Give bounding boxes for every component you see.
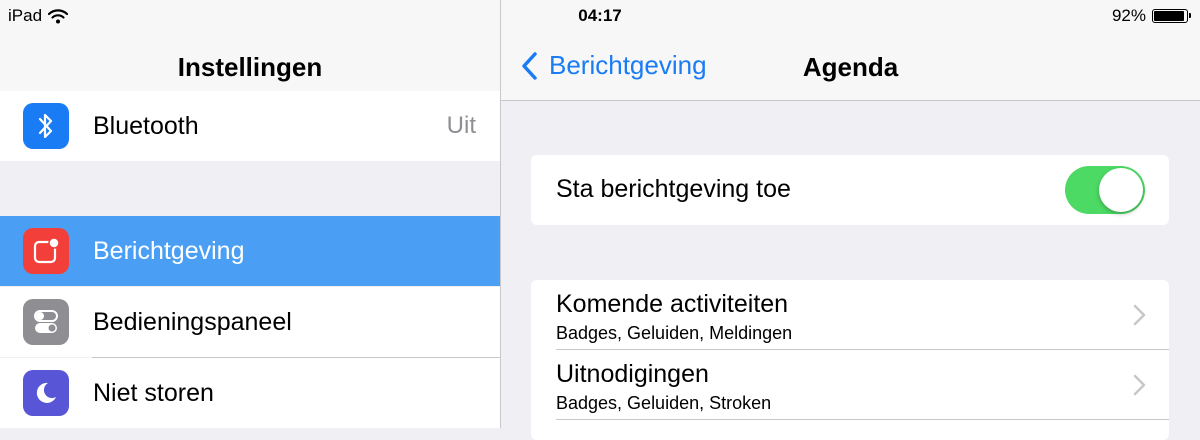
sidebar-item-label: Bluetooth [93,111,199,140]
chevron-right-icon [1133,374,1146,396]
status-bar: iPad 04:17 92% [0,0,1200,32]
list-item-title: Uitnodigingen [556,360,709,388]
notification-options-card: Komende activiteiten Badges, Geluiden, M… [531,280,1169,440]
list-item-subtitle: Badges, Geluiden, Meldingen [556,323,793,343]
list-item-subtitle: Badges, Geluiden, Stroken [556,393,772,413]
toggle-knob [1099,168,1143,212]
battery-percentage: 92% [1111,6,1146,25]
detail-pane: Berichtgeving Agenda Sta berichtgeving t… [501,0,1200,440]
sidebar-item-bedieningspaneel[interactable]: Bedieningspaneel [0,287,500,357]
battery-icon [1152,9,1191,23]
list-item-title: Komende activiteiten [556,290,789,318]
sidebar-item-label: Bedieningspaneel [93,307,292,336]
allow-notifications-toggle[interactable] [1065,166,1145,214]
chevron-right-icon [1133,304,1146,326]
allow-notifications-label: Sta berichtgeving toe [556,175,791,203]
detail-title: Agenda [802,52,899,82]
sidebar-title: Instellingen [177,52,323,82]
sidebar-item-berichtgeving[interactable]: Berichtgeving [0,216,500,286]
notifications-icon [23,228,69,274]
settings-sidebar: Instellingen Bluetooth Uit Berichtgeving… [0,0,501,428]
sidebar-item-label: Berichtgeving [93,236,245,265]
bluetooth-status-value: Uit [446,112,476,139]
list-item-text: Uitnodigingen Badges, Geluiden, Stroken [556,360,771,414]
bluetooth-icon [23,103,69,149]
sidebar-item-niet-storen[interactable]: Niet storen [0,358,500,428]
sidebar-item-bluetooth[interactable]: Bluetooth Uit [0,91,500,161]
moon-icon [23,370,69,416]
battery-indicator: 92% [1111,6,1191,26]
row-divider [556,419,1169,420]
allow-notifications-card: Sta berichtgeving toe [531,155,1169,225]
list-item-komende-activiteiten[interactable]: Komende activiteiten Badges, Geluiden, M… [531,280,1169,350]
list-item-text: Komende activiteiten Badges, Geluiden, M… [556,290,792,344]
sidebar-item-label: Niet storen [93,378,214,407]
control-center-icon [23,299,69,345]
list-item-uitnodigingen[interactable]: Uitnodigingen Badges, Geluiden, Stroken [531,350,1169,420]
status-time: 04:17 [578,6,622,25]
